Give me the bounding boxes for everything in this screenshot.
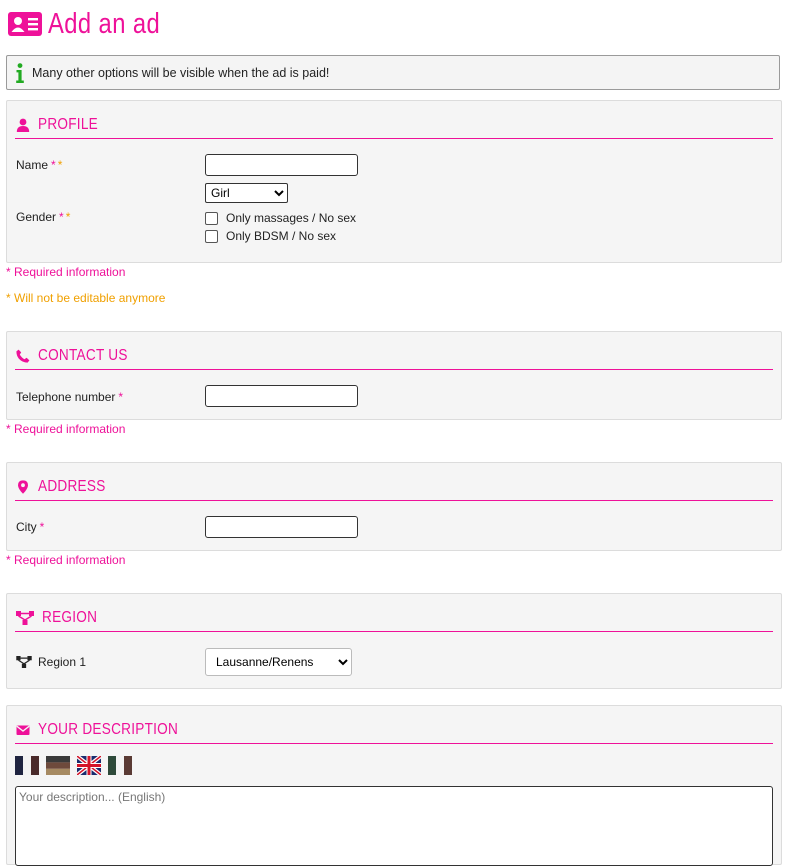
- page-title: Add an ad: [48, 7, 161, 40]
- id-card-icon: [8, 12, 42, 36]
- gender-label: Gender * *: [16, 210, 71, 224]
- sitemap-icon: [16, 611, 34, 625]
- language-flags: [15, 756, 132, 775]
- massages-checkbox[interactable]: [205, 211, 218, 225]
- map-pin-icon: [18, 480, 28, 494]
- option-massages-row[interactable]: Only massages / No sex: [205, 211, 356, 225]
- required-note: * Required information: [6, 265, 126, 279]
- address-title: ADDRESS: [38, 478, 106, 495]
- profile-title: PROFILE: [38, 116, 98, 133]
- info-icon: [16, 62, 24, 83]
- italian-flag-icon[interactable]: [108, 756, 132, 775]
- contact-panel: CONTACT US Telephone number *: [6, 331, 782, 420]
- description-panel: YOUR DESCRIPTION: [6, 705, 782, 866]
- city-label: City *: [16, 520, 45, 534]
- user-icon: [16, 118, 30, 132]
- required-note-contact: * Required information: [6, 422, 126, 436]
- option-bdsm-row[interactable]: Only BDSM / No sex: [205, 229, 336, 243]
- profile-panel: PROFILE Name * * Girl Gender * * Only massag…: [6, 100, 782, 263]
- bdsm-checkbox[interactable]: [205, 229, 218, 243]
- required-note-address: * Required information: [6, 553, 126, 567]
- gender-select[interactable]: Girl: [205, 183, 288, 203]
- region-panel: REGION Region 1 Lausanne/Renens: [6, 593, 782, 689]
- french-flag-icon[interactable]: [15, 756, 39, 775]
- address-panel: ADDRESS City *: [6, 462, 782, 551]
- description-textarea[interactable]: [15, 786, 773, 866]
- region-header: REGION: [15, 605, 773, 632]
- name-input[interactable]: [205, 154, 358, 176]
- region-label: Region 1: [16, 655, 86, 669]
- envelope-icon: [16, 725, 30, 735]
- address-header: ADDRESS: [15, 474, 773, 501]
- page-header: Add an ad: [8, 6, 185, 42]
- region-select[interactable]: Lausanne/Renens: [205, 648, 352, 676]
- not-editable-note: * Will not be editable anymore: [6, 291, 166, 305]
- phone-icon: [16, 349, 30, 363]
- english-flag-icon[interactable]: [77, 756, 101, 775]
- phone-input[interactable]: [205, 385, 358, 407]
- contact-title: CONTACT US: [38, 347, 128, 364]
- phone-label: Telephone number *: [16, 390, 124, 404]
- description-header: YOUR DESCRIPTION: [15, 717, 773, 744]
- contact-header: CONTACT US: [15, 343, 773, 370]
- region-title: REGION: [42, 609, 98, 626]
- city-input[interactable]: [205, 516, 358, 538]
- info-notice: Many other options will be visible when …: [6, 55, 780, 90]
- description-title: YOUR DESCRIPTION: [38, 721, 179, 738]
- notice-text: Many other options will be visible when …: [32, 65, 330, 80]
- profile-header: PROFILE: [15, 112, 773, 139]
- german-flag-icon[interactable]: [46, 756, 70, 775]
- region-node-icon: [16, 656, 32, 668]
- name-label: Name * *: [16, 158, 63, 172]
